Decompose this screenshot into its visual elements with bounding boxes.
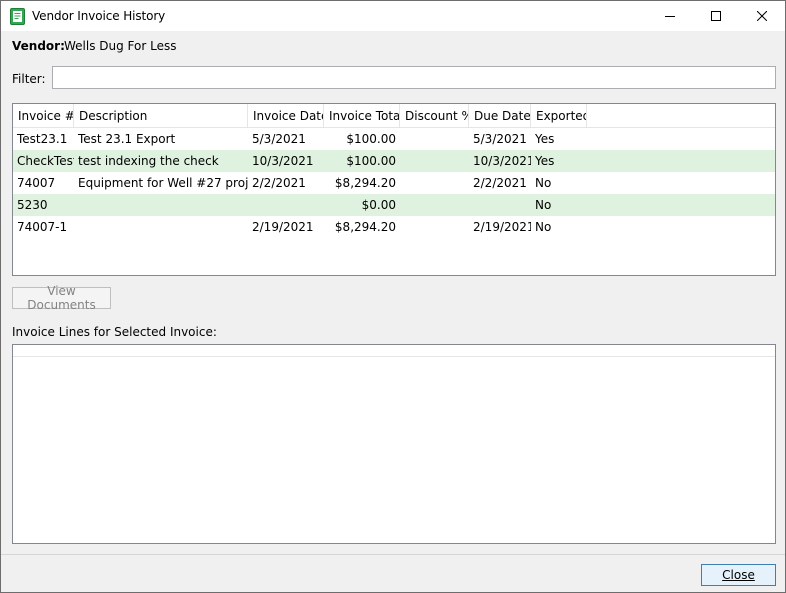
- column-header-discount[interactable]: Discount %: [400, 104, 469, 128]
- vendor-label: Vendor:: [12, 39, 65, 53]
- green-document-icon: [10, 8, 25, 25]
- cell-invoice-total: $8,294.20: [334, 220, 396, 234]
- cell-description: [74, 216, 248, 238]
- cell-invoice-number: CheckTest: [17, 154, 74, 168]
- cell-description: Equipment for Well #27 project: [78, 176, 248, 190]
- invoice-grid-body: Test23.1 Test 23.1 Export 5/3/2021 $100.…: [13, 128, 775, 238]
- cell-due-date: [469, 194, 531, 216]
- invoice-grid[interactable]: Invoice # Description Invoice Date Invoi…: [12, 103, 776, 276]
- cell-discount: [400, 128, 469, 150]
- column-header-invoice-date[interactable]: Invoice Date: [248, 104, 324, 128]
- window-close-button[interactable]: [739, 1, 785, 31]
- maximize-button[interactable]: [693, 1, 739, 31]
- invoice-lines-header: [13, 345, 775, 357]
- invoice-lines-label: Invoice Lines for Selected Invoice:: [12, 325, 217, 339]
- table-row[interactable]: Test23.1 Test 23.1 Export 5/3/2021 $100.…: [13, 128, 775, 150]
- minimize-icon: [665, 16, 675, 17]
- cell-exported: No: [535, 198, 552, 212]
- table-row[interactable]: 74007-1 2/19/2021 $8,294.20 2/19/2021 No: [13, 216, 775, 238]
- cell-invoice-date: [248, 194, 324, 216]
- close-icon: [757, 11, 767, 21]
- cell-invoice-total: $100.00: [346, 132, 396, 146]
- table-row[interactable]: 5230 $0.00 No: [13, 194, 775, 216]
- vendor-name: Wells Dug For Less: [64, 39, 177, 53]
- invoice-grid-header: Invoice # Description Invoice Date Invoi…: [13, 104, 775, 128]
- cell-invoice-number: 74007-1: [17, 220, 68, 234]
- close-button-label: Close: [722, 568, 755, 582]
- cell-exported: Yes: [535, 154, 555, 168]
- table-row[interactable]: 74007 Equipment for Well #27 project 2/2…: [13, 172, 775, 194]
- cell-invoice-number: 5230: [17, 198, 48, 212]
- cell-description: test indexing the check: [78, 154, 219, 168]
- cell-invoice-number: Test23.1: [17, 132, 68, 146]
- column-header-invoice-number[interactable]: Invoice #: [13, 104, 74, 128]
- cell-invoice-date: 2/19/2021: [252, 220, 314, 234]
- view-documents-button[interactable]: View Documents: [12, 284, 111, 312]
- column-header-due-date[interactable]: Due Date: [469, 104, 531, 128]
- cell-due-date: 10/3/2021: [473, 154, 531, 168]
- cell-invoice-total: $0.00: [361, 198, 396, 212]
- cell-invoice-date: 2/2/2021: [252, 176, 306, 190]
- column-header-filler: [587, 104, 775, 128]
- cell-discount: [400, 216, 469, 238]
- filter-input[interactable]: [52, 66, 776, 89]
- footer-divider: [1, 554, 785, 555]
- column-header-description[interactable]: Description: [74, 104, 248, 128]
- cell-description: [74, 194, 248, 216]
- cell-due-date: 5/3/2021: [473, 132, 527, 146]
- cell-invoice-total: $100.00: [346, 154, 396, 168]
- cell-invoice-number: 74007: [17, 176, 56, 190]
- close-button[interactable]: Close: [701, 564, 776, 586]
- cell-exported: Yes: [535, 132, 555, 146]
- cell-discount: [400, 194, 469, 216]
- title-bar[interactable]: Vendor Invoice History: [1, 1, 785, 31]
- cell-discount: [400, 172, 469, 194]
- cell-due-date: 2/19/2021: [473, 220, 531, 234]
- cell-invoice-total: $8,294.20: [334, 176, 396, 190]
- window-title: Vendor Invoice History: [32, 9, 166, 23]
- vendor-invoice-history-window: Vendor Invoice History Vendor: Wells Dug…: [0, 0, 786, 593]
- filter-label: Filter:: [12, 72, 46, 86]
- cell-discount: [400, 150, 469, 172]
- cell-description: Test 23.1 Export: [78, 132, 176, 146]
- cell-invoice-date: 10/3/2021: [252, 154, 314, 168]
- cell-invoice-date: 5/3/2021: [252, 132, 306, 146]
- invoice-lines-grid[interactable]: [12, 344, 776, 544]
- column-header-exported[interactable]: Exported: [531, 104, 587, 128]
- minimize-button[interactable]: [647, 1, 693, 31]
- cell-exported: No: [535, 176, 552, 190]
- cell-due-date: 2/2/2021: [473, 176, 527, 190]
- column-header-invoice-total[interactable]: Invoice Total: [324, 104, 400, 128]
- cell-exported: No: [535, 220, 552, 234]
- table-row[interactable]: CheckTest test indexing the check 10/3/2…: [13, 150, 775, 172]
- maximize-icon: [711, 11, 721, 21]
